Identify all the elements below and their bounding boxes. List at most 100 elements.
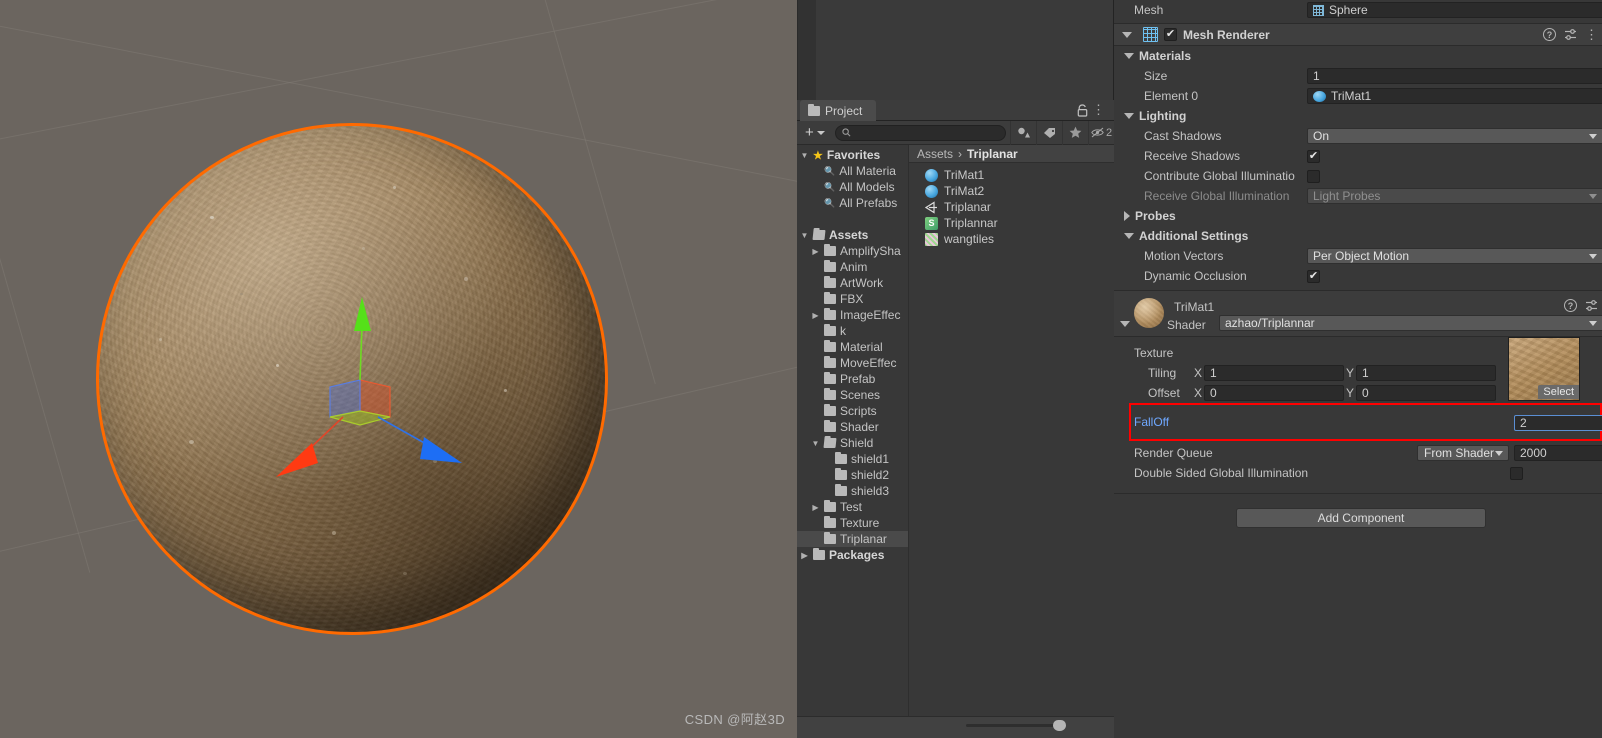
offset-y-input[interactable]: 0 bbox=[1356, 385, 1496, 401]
cast-shadows-dropdown[interactable]: On bbox=[1307, 128, 1602, 144]
tree-item-triplanar[interactable]: · Triplanar bbox=[797, 531, 908, 547]
tree-item-all-models[interactable]: · 🔍All Models bbox=[797, 179, 908, 195]
add-component-button[interactable]: Add Component bbox=[1236, 508, 1486, 528]
foldout-icon[interactable] bbox=[1120, 321, 1130, 327]
chevron-right-icon[interactable]: ▶ bbox=[800, 551, 809, 560]
falloff-input[interactable]: 2 bbox=[1514, 415, 1602, 431]
breadcrumb[interactable]: Assets › Triplanar bbox=[909, 145, 1114, 163]
thumbnail-size-slider-handle[interactable] bbox=[1053, 720, 1066, 731]
foldout-icon[interactable] bbox=[1124, 211, 1130, 221]
tree-item-shader[interactable]: · Shader bbox=[797, 419, 908, 435]
dynamic-occlusion-checkbox[interactable]: ✔ bbox=[1307, 269, 1320, 283]
chevron-down-icon[interactable]: ▼ bbox=[811, 439, 820, 448]
tree-item-k[interactable]: ·k bbox=[797, 323, 908, 339]
size-input[interactable]: 1 bbox=[1307, 68, 1602, 84]
falloff-label[interactable]: FallOff bbox=[1134, 415, 1169, 429]
tree-item-scenes[interactable]: · Scenes bbox=[797, 387, 908, 403]
asset-item[interactable]: TriMat1 bbox=[909, 167, 1114, 183]
contribute-gi-checkbox[interactable] bbox=[1307, 169, 1320, 183]
tree-item-all-prefabs[interactable]: · 🔍All Prefabs bbox=[797, 195, 908, 211]
tree-item-scripts[interactable]: · Scripts bbox=[797, 403, 908, 419]
tree-item-artwork[interactable]: · ArtWork bbox=[797, 275, 908, 291]
mesh-renderer-header[interactable]: ✔ Mesh Renderer ? ⋮ bbox=[1114, 23, 1602, 46]
additional-settings-header[interactable]: Additional Settings bbox=[1114, 226, 1602, 246]
help-icon[interactable]: ? bbox=[1564, 299, 1577, 312]
asset-item[interactable]: TriMat2 bbox=[909, 183, 1114, 199]
tiling-y-input[interactable]: 1 bbox=[1356, 365, 1496, 381]
asset-item[interactable]: S Triplannar bbox=[909, 215, 1114, 231]
probes-section-header[interactable]: Probes bbox=[1114, 206, 1602, 226]
materials-section-header[interactable]: Materials bbox=[1114, 46, 1602, 66]
double-sided-gi-checkbox[interactable] bbox=[1510, 466, 1523, 480]
tree-item-shield[interactable]: ▼ Shield bbox=[797, 435, 908, 451]
lighting-section-header[interactable]: Lighting bbox=[1114, 106, 1602, 126]
tree-item-moveeffec[interactable]: · MoveEffec bbox=[797, 355, 908, 371]
breadcrumb-current[interactable]: Triplanar bbox=[967, 147, 1018, 161]
label-filter-icon[interactable] bbox=[1036, 120, 1062, 145]
tree-item-favorites[interactable]: ▼ ★ Favorites bbox=[797, 147, 908, 163]
tree-item-amplifysha[interactable]: ▶ AmplifySha bbox=[797, 243, 908, 259]
foldout-icon[interactable] bbox=[1124, 233, 1134, 239]
breadcrumb-root[interactable]: Assets bbox=[917, 147, 953, 161]
tiling-x-label: X bbox=[1194, 366, 1203, 380]
tree-item-anim[interactable]: · Anim bbox=[797, 259, 908, 275]
receive-shadows-checkbox[interactable]: ✔ bbox=[1307, 149, 1320, 163]
tree-item-assets[interactable]: ▼ Assets bbox=[797, 227, 908, 243]
tree-item-shield1[interactable]: · shield1 bbox=[797, 451, 908, 467]
element0-field[interactable]: TriMat1 bbox=[1307, 88, 1602, 104]
tree-item-material[interactable]: · Material bbox=[797, 339, 908, 355]
tree-item-test[interactable]: ▶ Test bbox=[797, 499, 908, 515]
thumbnail-size-slider[interactable] bbox=[966, 724, 1062, 727]
scene-view[interactable]: CSDN @阿赵3D bbox=[0, 0, 797, 738]
assets-pane[interactable]: Assets › Triplanar TriMat1 TriMat2 Triplan… bbox=[909, 145, 1114, 716]
chevron-right-icon[interactable]: ▶ bbox=[811, 503, 820, 512]
preset-icon[interactable] bbox=[1564, 28, 1577, 41]
mesh-renderer-icon bbox=[1143, 27, 1158, 42]
tree-item-texture[interactable]: · Texture bbox=[797, 515, 908, 531]
hidden-objects-icon[interactable]: 2 bbox=[1088, 120, 1114, 145]
render-queue-input[interactable]: 2000 bbox=[1514, 445, 1602, 461]
panel-menu-icon[interactable]: ⋮ bbox=[1092, 103, 1106, 117]
foldout-icon[interactable] bbox=[1124, 53, 1134, 59]
mesh-field[interactable]: Sphere bbox=[1307, 2, 1602, 18]
selected-sphere[interactable] bbox=[96, 123, 608, 635]
material-icon bbox=[1313, 90, 1326, 102]
search-input[interactable] bbox=[834, 124, 1006, 141]
tree-item-packages[interactable]: ▶ Packages bbox=[797, 547, 908, 563]
tree-item-all-materia[interactable]: · 🔍All Materia bbox=[797, 163, 908, 179]
create-asset-button[interactable]: + bbox=[797, 124, 831, 141]
motion-vectors-dropdown[interactable]: Per Object Motion bbox=[1307, 248, 1602, 264]
offset-x-input[interactable]: 0 bbox=[1204, 385, 1344, 401]
asset-item[interactable]: wangtiles bbox=[909, 231, 1114, 247]
tree-item-label: ArtWork bbox=[840, 276, 884, 290]
tree-item-label: Scripts bbox=[840, 404, 877, 418]
asset-list[interactable]: TriMat1 TriMat2 Triplanar S Triplannar wangti… bbox=[909, 163, 1114, 247]
tree-item-imageeffec[interactable]: ▶ ImageEffec bbox=[797, 307, 908, 323]
lock-icon[interactable] bbox=[1077, 104, 1088, 117]
chevron-right-icon[interactable]: ▶ bbox=[811, 311, 820, 320]
foldout-icon[interactable] bbox=[1124, 113, 1134, 119]
chevron-down-icon[interactable]: ▼ bbox=[800, 231, 809, 240]
chevron-right-icon[interactable]: ▶ bbox=[811, 247, 820, 256]
project-tree[interactable]: ▼★Favorites·🔍All Materia·🔍All Models·🔍Al… bbox=[797, 145, 909, 716]
folder-icon bbox=[824, 308, 836, 320]
shader-dropdown[interactable]: azhao/Triplannar bbox=[1219, 315, 1602, 331]
tree-item-prefab[interactable]: · Prefab bbox=[797, 371, 908, 387]
component-menu-icon[interactable]: ⋮ bbox=[1585, 28, 1598, 41]
asset-item[interactable]: Triplanar bbox=[909, 199, 1114, 215]
tiling-x-input[interactable]: 1 bbox=[1204, 365, 1344, 381]
foldout-icon[interactable] bbox=[1122, 31, 1132, 38]
asset-label: TriMat2 bbox=[944, 184, 985, 198]
tree-item-shield3[interactable]: · shield3 bbox=[797, 483, 908, 499]
tab-project[interactable]: Project bbox=[800, 100, 877, 121]
chevron-down-icon[interactable]: ▼ bbox=[800, 151, 809, 160]
tree-item-shield2[interactable]: · shield2 bbox=[797, 467, 908, 483]
favorite-filter-icon[interactable] bbox=[1062, 120, 1088, 145]
tree-item-fbx[interactable]: · FBX bbox=[797, 291, 908, 307]
preset-icon[interactable] bbox=[1585, 299, 1598, 312]
sphere-mesh[interactable] bbox=[96, 123, 608, 635]
help-icon[interactable]: ? bbox=[1543, 28, 1556, 41]
mesh-renderer-enabled-checkbox[interactable]: ✔ bbox=[1164, 28, 1177, 41]
type-filter-icon[interactable] bbox=[1010, 120, 1036, 145]
render-queue-dropdown[interactable]: From Shader bbox=[1417, 445, 1509, 461]
